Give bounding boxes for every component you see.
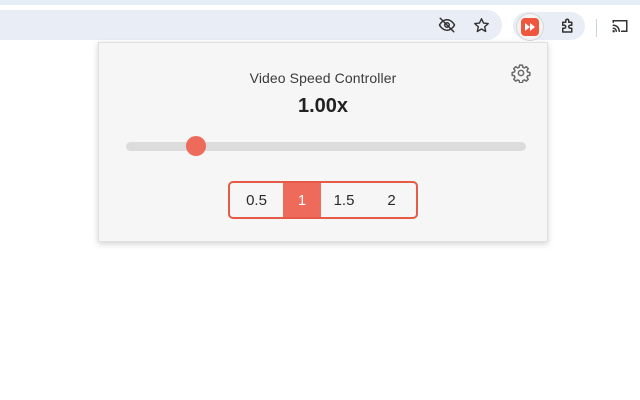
- preset-1-5-button[interactable]: 1.5: [321, 183, 367, 217]
- preset-0-5-button[interactable]: 0.5: [230, 183, 283, 217]
- popup-title: Video Speed Controller: [249, 70, 397, 86]
- cast-icon[interactable]: [607, 13, 633, 39]
- speed-value: 1.00x: [297, 95, 349, 117]
- star-icon[interactable]: [468, 12, 494, 38]
- extension-popup: Video Speed Controller 1.00x 0.5 1 1.5 2: [98, 42, 548, 242]
- gear-icon[interactable]: [510, 62, 532, 84]
- video-speed-extension-button[interactable]: [516, 13, 544, 41]
- eye-slash-icon[interactable]: [434, 12, 460, 38]
- video-speed-extension-icon: [521, 18, 539, 36]
- browser-window: Video Speed Controller 1.00x 0.5 1 1.5 2: [0, 0, 640, 400]
- preset-2-button[interactable]: 2: [367, 183, 416, 217]
- address-bar[interactable]: [0, 10, 502, 40]
- speed-slider-thumb[interactable]: [186, 136, 207, 156]
- toolbar-divider: [596, 19, 597, 37]
- preset-1-button[interactable]: 1: [283, 183, 321, 217]
- extensions-puzzle-icon[interactable]: [555, 13, 581, 39]
- browser-toolbar: [0, 5, 640, 43]
- speed-presets: 0.5 1 1.5 2: [228, 181, 418, 219]
